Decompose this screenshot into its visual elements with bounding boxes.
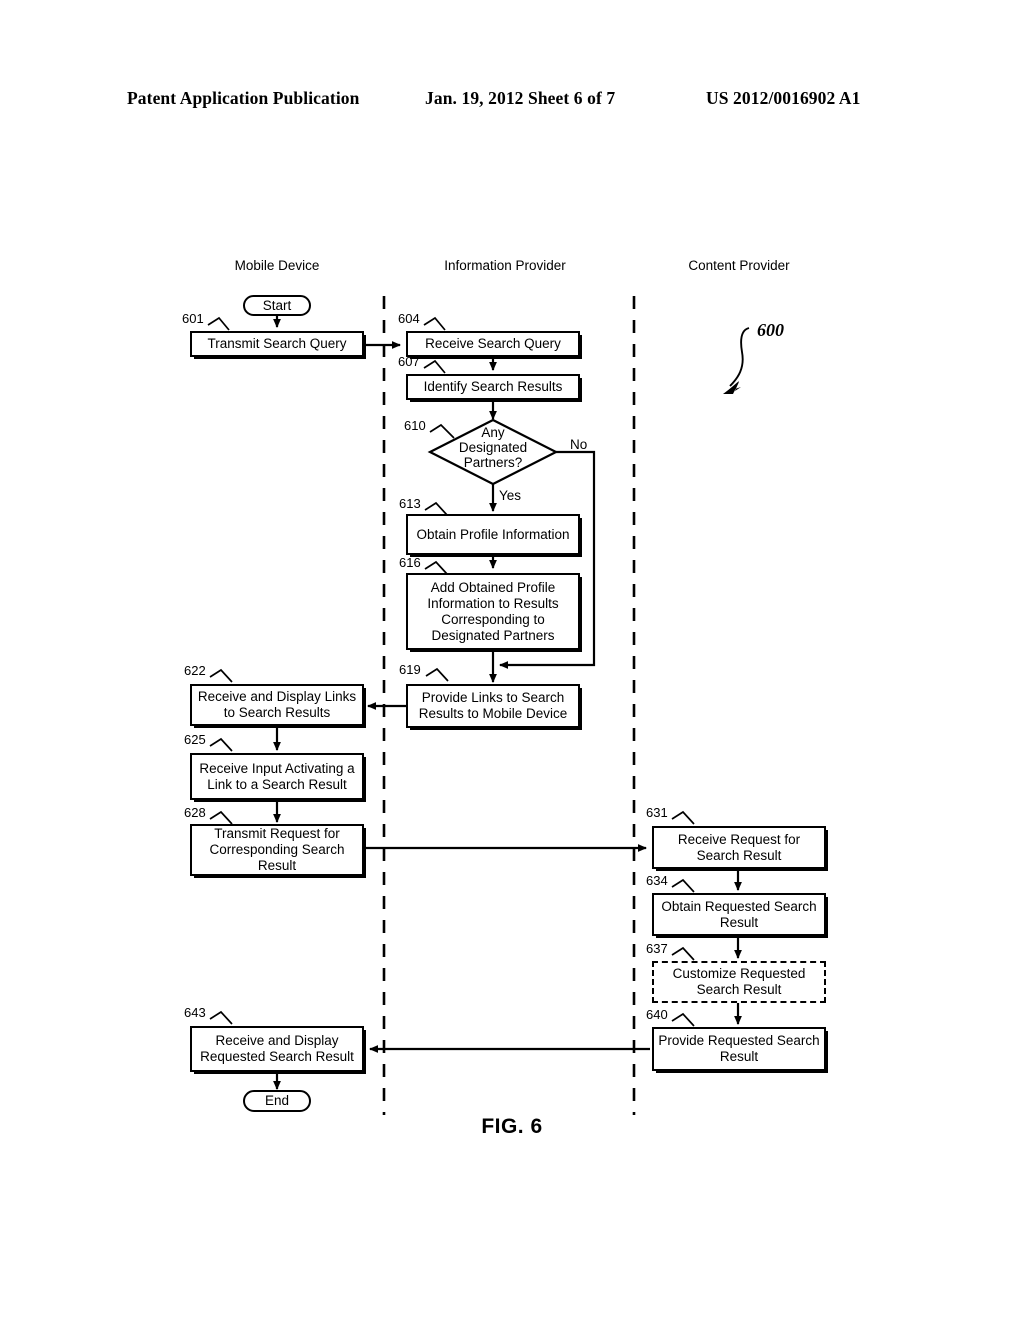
- ref-numeral-613: 613: [399, 496, 421, 511]
- step-label-601: Transmit Search Query: [207, 336, 347, 351]
- step-box-601[interactable]: Transmit Search Query: [190, 331, 364, 357]
- step-box-613[interactable]: Obtain Profile Information: [406, 514, 580, 555]
- ref-numeral-616: 616: [399, 555, 421, 570]
- ref-numeral-619: 619: [399, 662, 421, 677]
- lane-title-content-provider: Content Provider: [688, 258, 790, 273]
- branch-label-yes: Yes: [499, 488, 522, 503]
- step-label-619: Provide Links to Search Results to Mobil…: [418, 690, 568, 721]
- step-box-628[interactable]: Transmit Request for Corresponding Searc…: [190, 824, 364, 876]
- ref-numeral-622: 622: [184, 663, 206, 678]
- step-label-628: Transmit Request for Corresponding Searc…: [209, 826, 345, 873]
- decision-label-610-line2: Designated: [458, 440, 528, 455]
- terminator-start: Start: [243, 295, 311, 316]
- ref-numeral-637: 637: [646, 941, 668, 956]
- ref-numeral-643: 643: [184, 1005, 206, 1020]
- decision-label-610-line3: Partners?: [463, 455, 523, 470]
- step-box-637[interactable]: Customize Requested Search Result: [652, 961, 826, 1003]
- callout-600-arrow: [729, 327, 750, 387]
- lane-title-information-provider: Information Provider: [444, 258, 566, 273]
- patent-figure: 600 Mobile Device Information Provider C…: [0, 0, 1024, 1320]
- step-label-613: Obtain Profile Information: [416, 526, 570, 542]
- step-label-604: Receive Search Query: [425, 336, 561, 351]
- decision-label-610-line1: Any: [481, 425, 505, 440]
- step-label-640: Provide Requested Search Result: [658, 1033, 820, 1064]
- step-box-619[interactable]: Provide Links to Search Results to Mobil…: [406, 684, 580, 728]
- ref-numeral-604: 604: [398, 311, 420, 326]
- ref-numeral-628: 628: [184, 805, 206, 820]
- step-box-622[interactable]: Receive and Display Links to Search Resu…: [190, 684, 364, 726]
- step-box-604[interactable]: Receive Search Query: [406, 331, 580, 357]
- terminator-end: End: [243, 1090, 311, 1112]
- step-label-637: Customize Requested Search Result: [672, 966, 806, 997]
- step-box-625[interactable]: Receive Input Activating a Link to a Sea…: [190, 753, 364, 800]
- step-label-607: Identify Search Results: [423, 379, 563, 394]
- step-box-631[interactable]: Receive Request for Search Result: [652, 826, 826, 869]
- figure-callout-600: 600: [757, 320, 784, 340]
- ref-numeral-640: 640: [646, 1007, 668, 1022]
- decision-label-610: Any Designated Partners?: [459, 425, 527, 470]
- step-box-640[interactable]: Provide Requested Search Result: [652, 1027, 826, 1071]
- lane-title-mobile-device: Mobile Device: [234, 258, 320, 273]
- figure-caption: FIG. 6: [481, 1115, 543, 1138]
- branch-label-no: No: [570, 437, 588, 452]
- ref-numeral-631: 631: [646, 805, 668, 820]
- terminator-end-label: End: [264, 1093, 290, 1108]
- step-label-625: Receive Input Activating a Link to a Sea…: [199, 760, 355, 792]
- ref-numeral-634: 634: [646, 873, 668, 888]
- ref-numeral-625: 625: [184, 732, 206, 747]
- step-label-616: Add Obtained Profile Information to Resu…: [427, 579, 559, 643]
- step-label-631: Receive Request for Search Result: [677, 831, 801, 863]
- step-label-622: Receive and Display Links to Search Resu…: [197, 689, 357, 720]
- step-box-634[interactable]: Obtain Requested Search Result: [652, 893, 826, 936]
- step-box-616[interactable]: Add Obtained Profile Information to Resu…: [406, 573, 580, 650]
- ref-numeral-607: 607: [398, 354, 420, 369]
- step-label-643: Receive and Display Requested Search Res…: [200, 1033, 354, 1064]
- terminator-start-label: Start: [262, 297, 292, 313]
- step-label-634: Obtain Requested Search Result: [661, 898, 817, 930]
- step-box-607[interactable]: Identify Search Results: [406, 374, 580, 400]
- step-box-643[interactable]: Receive and Display Requested Search Res…: [190, 1026, 364, 1072]
- ref-numeral-610: 610: [404, 418, 426, 433]
- ref-numeral-601: 601: [182, 311, 204, 326]
